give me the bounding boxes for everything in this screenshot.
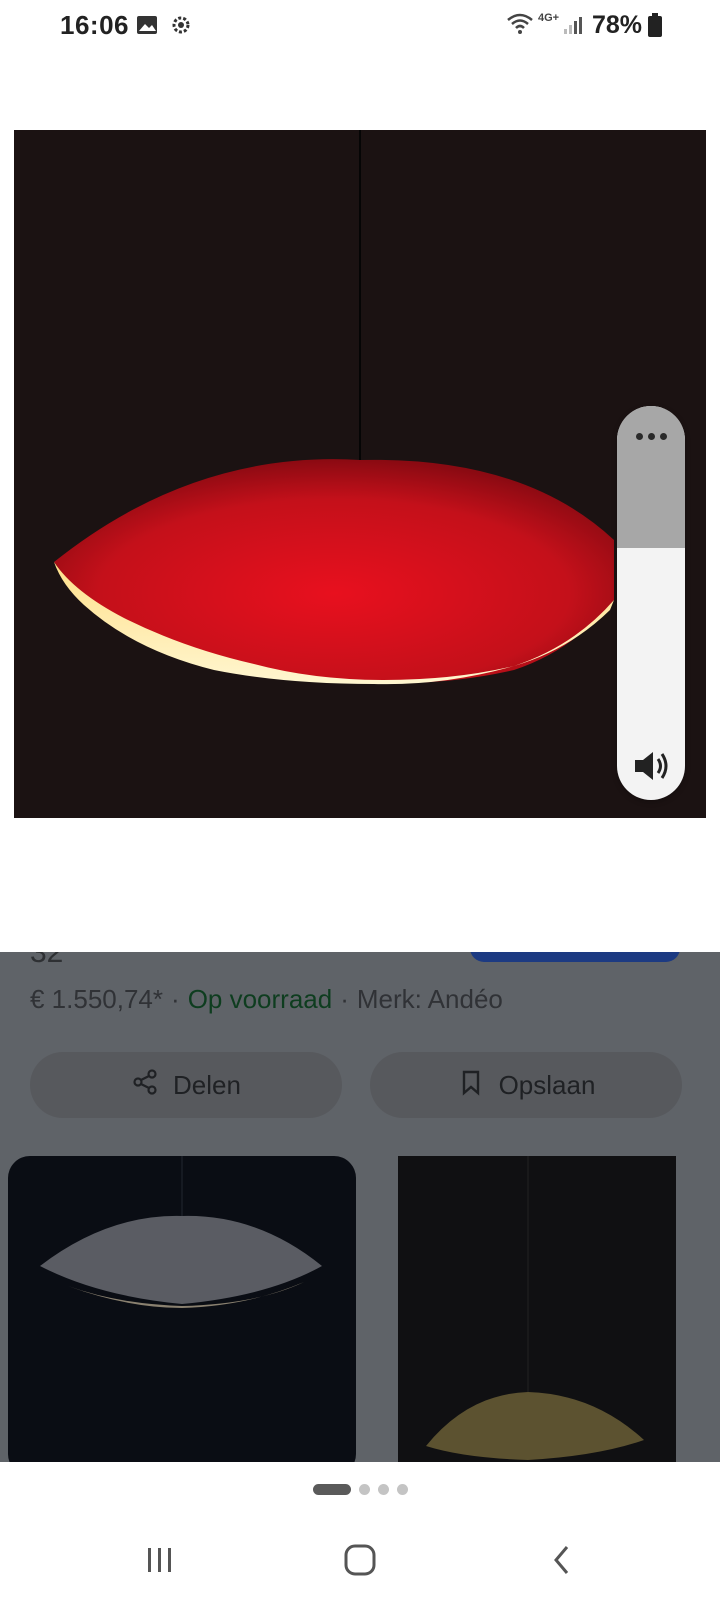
shop-button[interactable]: [470, 952, 680, 962]
share-icon: [131, 1068, 159, 1103]
network-type: 4G+: [538, 12, 560, 24]
recents-icon[interactable]: [136, 1536, 184, 1584]
bookmark-icon: [457, 1068, 485, 1103]
page-dot-3[interactable]: [377, 1483, 389, 1495]
wifi-icon: [506, 12, 534, 41]
page-dot-1[interactable]: [312, 1483, 351, 1495]
status-bar: 16:06 4G+ 78%: [0, 0, 720, 56]
product-meta: € 1.550,74* · Op voorraad · Merk: Andéo: [30, 984, 503, 1015]
page-indicator: [0, 1482, 720, 1496]
page-dot-4[interactable]: [396, 1483, 408, 1495]
gallery-icon: [136, 14, 158, 41]
volume-panel[interactable]: [617, 406, 685, 800]
share-button[interactable]: Delen: [30, 1052, 342, 1118]
stock-status: Op voorraad: [187, 984, 333, 1014]
price: € 1.550,74*: [30, 984, 164, 1014]
brand: Merk: Andéo: [356, 984, 503, 1014]
settings-icon: [170, 14, 192, 41]
speaker-icon[interactable]: [631, 748, 671, 784]
save-button[interactable]: Opslaan: [370, 1052, 682, 1118]
separator: ·: [171, 984, 180, 1014]
signal-icon: [562, 14, 584, 41]
image-viewer[interactable]: [0, 56, 720, 952]
back-icon[interactable]: [538, 1536, 586, 1584]
more-dots-icon[interactable]: [617, 418, 685, 454]
separator: ·: [340, 984, 349, 1014]
navigation-bar: [0, 1522, 720, 1600]
product-details: 32 € 1.550,74* · Op voorraad · Merk: Andéo D…: [0, 952, 720, 1462]
battery-percent: 78%: [592, 11, 643, 39]
bottom-area: [0, 1462, 720, 1600]
product-title-fragment: 32: [30, 952, 64, 969]
related-image-2[interactable]: [398, 1156, 676, 1462]
share-label: Delen: [173, 1069, 241, 1100]
product-photo[interactable]: [14, 130, 706, 818]
related-image-1[interactable]: [8, 1156, 356, 1462]
status-time: 16:06: [60, 10, 129, 40]
home-icon[interactable]: [336, 1536, 384, 1584]
save-label: Opslaan: [498, 1069, 596, 1100]
battery-icon: [648, 13, 662, 42]
page-dot-2[interactable]: [358, 1483, 370, 1495]
